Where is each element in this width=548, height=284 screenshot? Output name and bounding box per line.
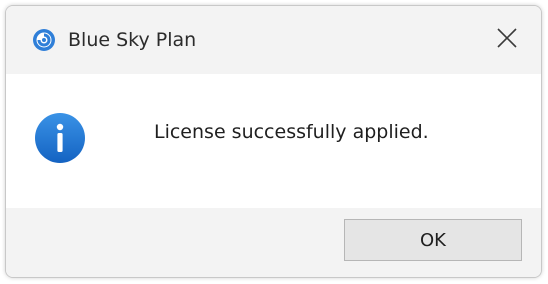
- message-dialog: Blue Sky Plan License successfully appli…: [5, 5, 542, 278]
- title-bar[interactable]: Blue Sky Plan: [6, 6, 541, 74]
- info-icon: [34, 112, 86, 164]
- blue-sky-plan-logo-icon: [32, 28, 56, 52]
- close-icon: [496, 27, 518, 53]
- message-text: License successfully applied.: [154, 121, 429, 143]
- close-button[interactable]: [487, 20, 527, 60]
- dialog-footer: OK: [6, 208, 541, 277]
- dialog-content: License successfully applied.: [6, 74, 541, 208]
- window-title: Blue Sky Plan: [68, 29, 197, 51]
- ok-button[interactable]: OK: [344, 219, 522, 261]
